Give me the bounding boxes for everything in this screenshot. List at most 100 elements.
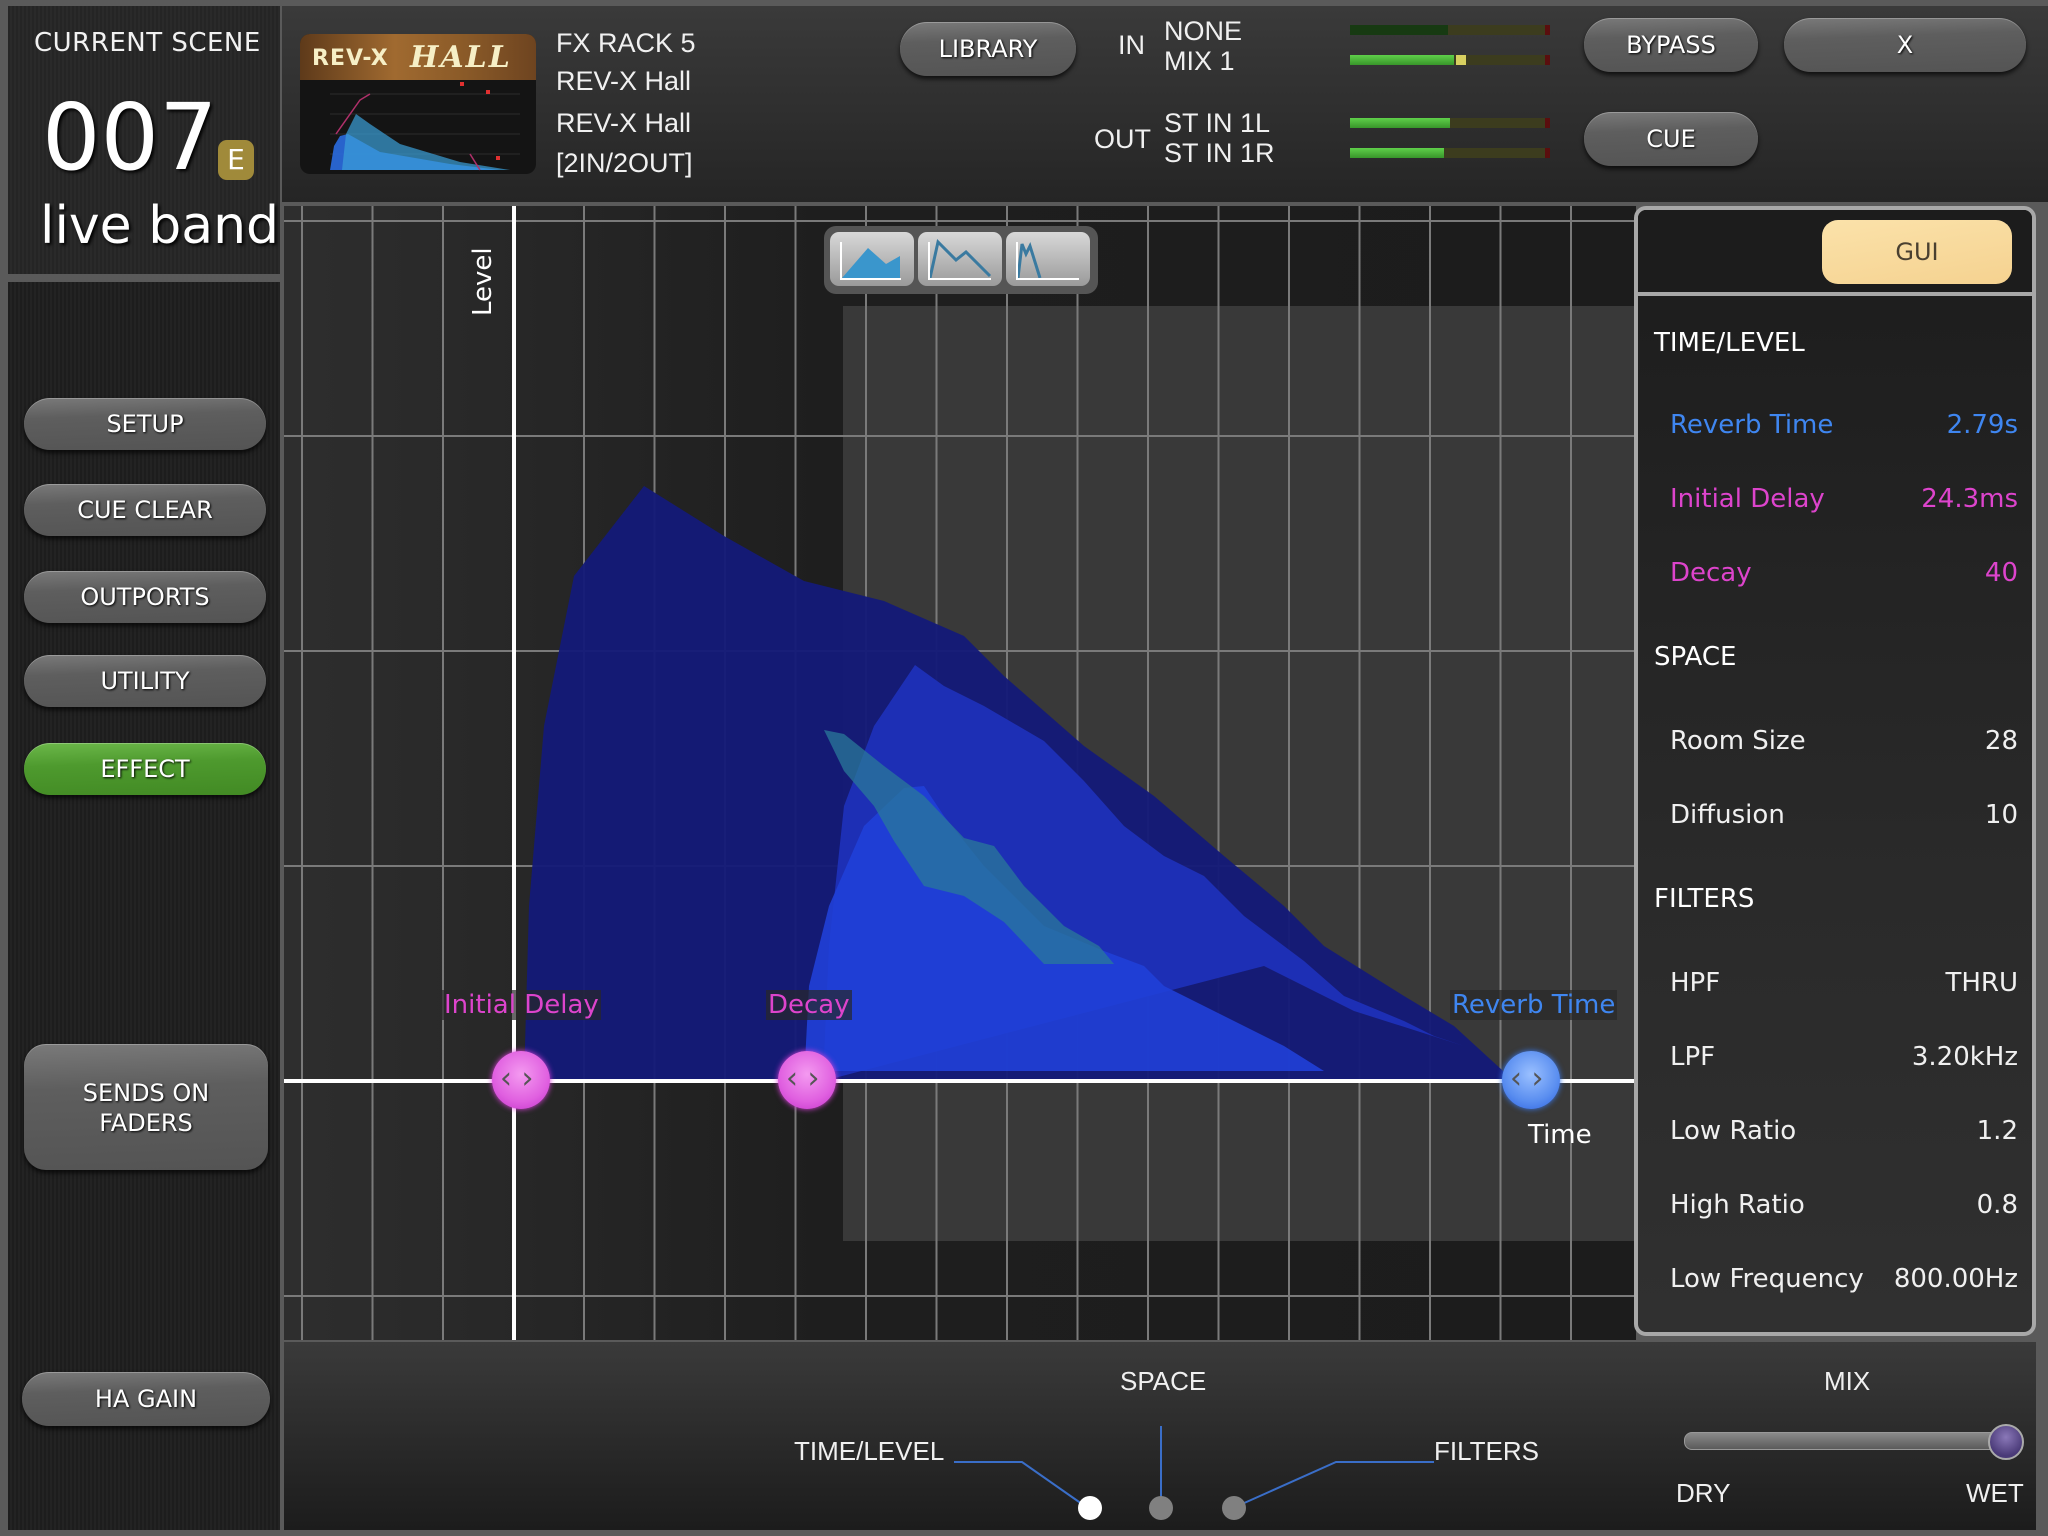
param-value: 3.20kHz xyxy=(1911,1042,2018,1072)
param-lpf[interactable]: LPF 3.20kHz xyxy=(1670,1042,2018,1072)
param-value: 800.00Hz xyxy=(1893,1264,2018,1294)
sends-on-faders-button[interactable]: SENDS ON FADERS xyxy=(24,1044,268,1170)
section-space: SPACE xyxy=(1654,642,1737,672)
param-value: 24.3ms xyxy=(1921,484,2018,514)
filled-envelope-icon xyxy=(840,242,901,280)
decay-handle[interactable]: ‹ › xyxy=(778,1051,836,1109)
param-hpf[interactable]: HPF THRU xyxy=(1670,968,2018,998)
mix-slider-thumb[interactable] xyxy=(1988,1424,2024,1460)
cue-clear-button[interactable]: CUE CLEAR xyxy=(24,484,266,536)
effect-thumbnail: REV-X HALL xyxy=(300,34,536,174)
param-value: 2.79s xyxy=(1946,410,2018,440)
param-name: Reverb Time xyxy=(1670,410,1834,440)
outline-envelope-icon xyxy=(928,239,992,280)
param-name: Low Ratio xyxy=(1670,1116,1797,1146)
in-meter-1 xyxy=(1350,25,1550,35)
param-name: Low Frequency xyxy=(1670,1264,1864,1294)
param-low-frequency[interactable]: Low Frequency 800.00Hz xyxy=(1670,1264,2018,1294)
param-decay[interactable]: Decay 40 xyxy=(1670,558,2018,588)
param-name: HPF xyxy=(1670,968,1721,998)
in-label: IN xyxy=(1118,30,1145,60)
fx-rack-name: FX RACK 5 xyxy=(556,28,696,58)
time-axis-label: Time xyxy=(1528,1120,1592,1150)
out-meter-1 xyxy=(1350,118,1550,128)
param-value: THRU xyxy=(1945,968,2018,998)
reverb-time-handle[interactable]: ‹ › xyxy=(1502,1051,1560,1109)
param-name: LPF xyxy=(1670,1042,1716,1072)
ha-gain-button[interactable]: HA GAIN xyxy=(22,1372,270,1426)
level-axis-label: Level xyxy=(468,247,498,316)
drag-left-right-icon: ‹ › xyxy=(500,1061,534,1096)
param-initial-delay[interactable]: Initial Delay 24.3ms xyxy=(1670,484,2018,514)
out-destination-1[interactable]: ST IN 1L xyxy=(1164,108,1270,139)
setup-button[interactable]: SETUP xyxy=(24,398,266,450)
view-mode-outline-button[interactable] xyxy=(918,232,1002,286)
param-name: Decay xyxy=(1670,558,1752,588)
initial-delay-handle-label: Initial Delay xyxy=(442,990,601,1020)
utility-button[interactable]: UTILITY xyxy=(24,655,266,707)
param-name: Initial Delay xyxy=(1670,484,1825,514)
page-dot-space[interactable] xyxy=(1149,1496,1173,1520)
sends-on-faders-line1: SENDS ON xyxy=(82,1079,210,1107)
reverb-envelope-graph[interactable]: Level Time Initial Delay Decay Reverb Ti… xyxy=(284,206,1636,1340)
effect-name: REV-X Hall xyxy=(556,108,692,138)
gui-button[interactable]: GUI xyxy=(1822,220,2012,284)
out-destination-2[interactable]: ST IN 1R xyxy=(1164,138,1275,169)
param-value: 40 xyxy=(1984,558,2018,588)
page-dot-time-level[interactable] xyxy=(1078,1496,1102,1520)
scene-edit-badge: E xyxy=(218,140,254,180)
parameter-panel: GUI TIME/LEVEL Reverb Time 2.79s Initial … xyxy=(1634,206,2036,1336)
param-name: High Ratio xyxy=(1670,1190,1805,1220)
view-mode-selector xyxy=(824,226,1098,294)
drag-left-right-icon: ‹ › xyxy=(786,1061,820,1096)
sends-on-faders-line2: FADERS xyxy=(99,1109,193,1137)
decay-handle-label: Decay xyxy=(766,990,852,1020)
section-time-level: TIME/LEVEL xyxy=(1654,328,1805,358)
param-low-ratio[interactable]: Low Ratio 1.2 xyxy=(1670,1116,2018,1146)
current-scene-panel[interactable]: CURRENT SCENE 007 E live band xyxy=(8,6,280,274)
effect-button[interactable]: EFFECT xyxy=(24,743,266,795)
in-source-1[interactable]: NONE xyxy=(1164,16,1242,47)
envelope-canvas xyxy=(284,206,1636,1340)
drag-left-right-icon: ‹ › xyxy=(1510,1061,1544,1096)
close-button[interactable]: X xyxy=(1784,18,2026,72)
param-value: 0.8 xyxy=(1976,1190,2018,1220)
view-mode-filled-button[interactable] xyxy=(830,232,914,286)
page-dot-filters[interactable] xyxy=(1222,1496,1246,1520)
reverb-time-handle-label: Reverb Time xyxy=(1450,990,1618,1020)
scene-name: live band xyxy=(40,196,280,256)
scene-number: 007 xyxy=(42,84,218,191)
panel-header: GUI xyxy=(1638,210,2032,296)
page-selector-connectors xyxy=(954,1426,1434,1505)
library-button[interactable]: LIBRARY xyxy=(900,22,1076,76)
section-filters: FILTERS xyxy=(1654,884,1755,914)
param-name: Diffusion xyxy=(1670,800,1785,830)
outports-button[interactable]: OUTPORTS xyxy=(24,571,266,623)
in-source-2[interactable]: MIX 1 xyxy=(1164,46,1235,77)
bypass-button[interactable]: BYPASS xyxy=(1584,18,1758,72)
early-reflection-icon xyxy=(1016,242,1079,280)
cue-button[interactable]: CUE xyxy=(1584,112,1758,166)
mix-wet-label: WET xyxy=(1966,1478,2024,1508)
mix-title: MIX xyxy=(1824,1366,1871,1396)
out-label: OUT xyxy=(1094,124,1151,154)
initial-delay-handle[interactable]: ‹ › xyxy=(492,1051,550,1109)
param-name: Room Size xyxy=(1670,726,1806,756)
view-mode-early-reflection-button[interactable] xyxy=(1006,232,1090,286)
sidebar: SETUP CUE CLEAR OUTPORTS UTILITY EFFECT … xyxy=(8,282,280,1530)
mix-dry-label: DRY xyxy=(1676,1478,1731,1508)
io-config: [2IN/2OUT] xyxy=(556,148,693,178)
in-meter-2 xyxy=(1350,55,1550,65)
param-reverb-time[interactable]: Reverb Time 2.79s xyxy=(1670,410,2018,440)
param-value: 10 xyxy=(1984,800,2018,830)
param-diffusion[interactable]: Diffusion 10 xyxy=(1670,800,2018,830)
param-high-ratio[interactable]: High Ratio 0.8 xyxy=(1670,1190,2018,1220)
effect-type: REV-X Hall xyxy=(556,66,692,96)
current-scene-label: CURRENT SCENE xyxy=(34,28,261,58)
bottom-bar: SPACE TIME/LEVEL FILTERS MIX DRY WET xyxy=(284,1342,2036,1530)
param-value: 28 xyxy=(1984,726,2018,756)
param-room-size[interactable]: Room Size 28 xyxy=(1670,726,2018,756)
mix-slider-track[interactable] xyxy=(1684,1432,2008,1450)
thumbnail-envelope-graphic xyxy=(330,82,520,171)
param-value: 1.2 xyxy=(1976,1116,2018,1146)
